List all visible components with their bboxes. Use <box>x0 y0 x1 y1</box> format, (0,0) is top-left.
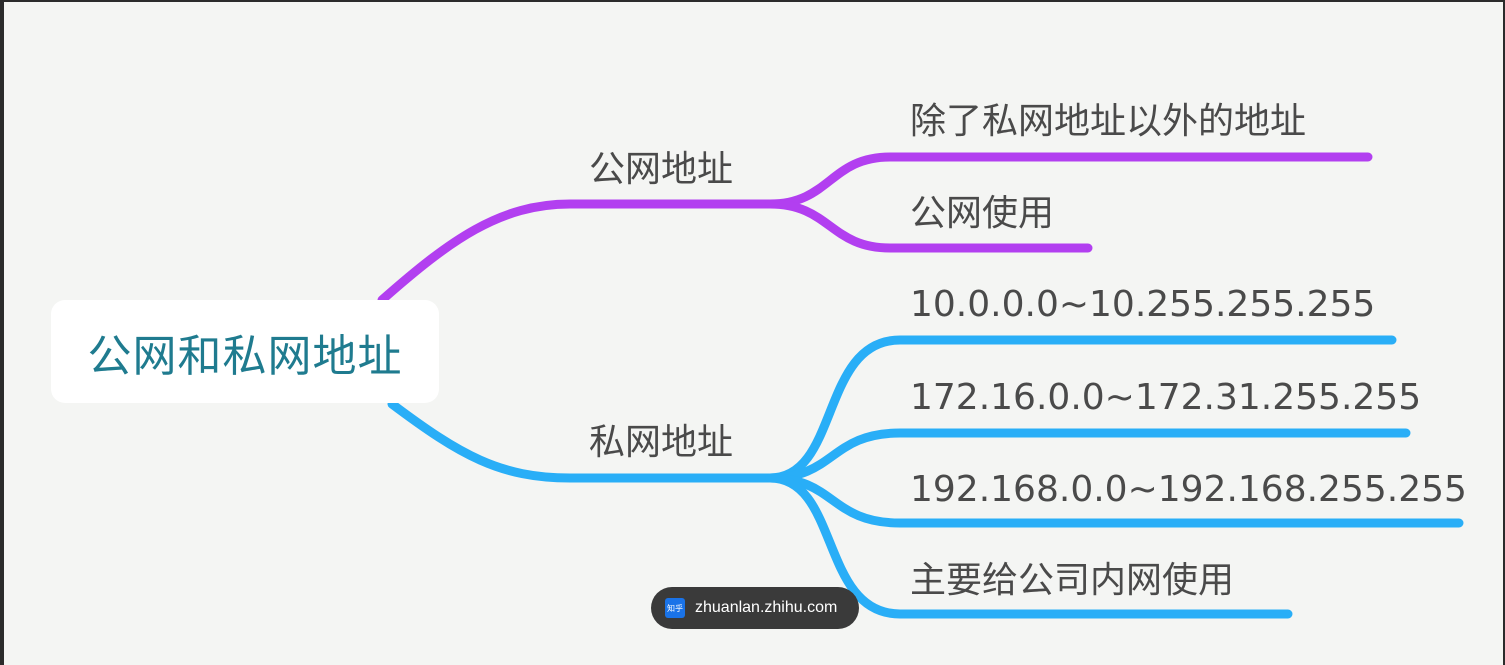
node-private-child-1[interactable]: 10.0.0.0~10.255.255.255 <box>910 287 1375 323</box>
node-private-child-4[interactable]: 主要给公司内网使用 <box>910 563 1234 599</box>
zhihu-logo-icon: 知乎 <box>665 598 685 618</box>
root-node-label: 公网和私网地址 <box>87 330 403 382</box>
watermark-text: zhuanlan.zhihu.com <box>695 599 838 616</box>
node-private-child-2[interactable]: 172.16.0.0~172.31.255.255 <box>910 380 1421 416</box>
node-public-child-2[interactable]: 公网使用 <box>910 196 1054 232</box>
node-public-child-1[interactable]: 除了私网地址以外的地址 <box>910 104 1306 140</box>
mind-map-canvas: 公网和私网地址 公网地址 私网地址 除了私网地址以外的地址 公网使用 10.0.… <box>0 0 1505 665</box>
connector-public-child-1 <box>765 152 1373 209</box>
node-private-child-3[interactable]: 192.168.0.0~192.168.255.255 <box>910 472 1467 508</box>
root-node[interactable]: 公网和私网地址 <box>51 300 439 403</box>
connector-root-public <box>377 199 775 305</box>
node-public-address[interactable]: 公网地址 <box>589 152 733 188</box>
node-private-address[interactable]: 私网地址 <box>589 425 733 461</box>
source-watermark[interactable]: 知乎 zhuanlan.zhihu.com <box>651 587 859 629</box>
